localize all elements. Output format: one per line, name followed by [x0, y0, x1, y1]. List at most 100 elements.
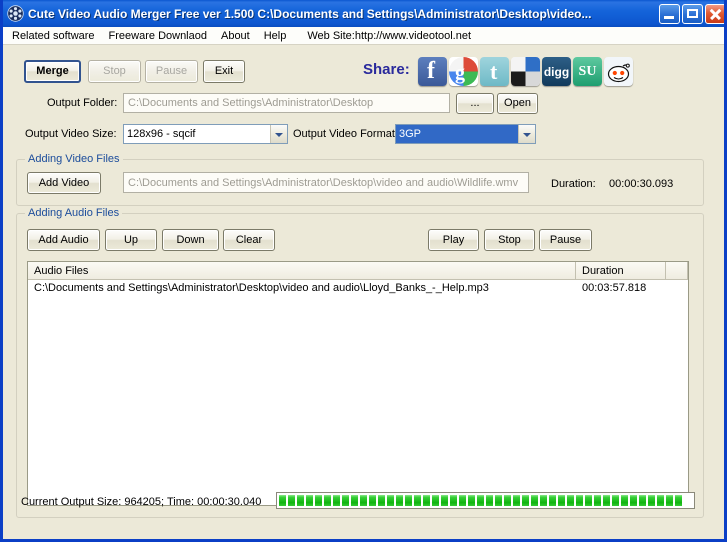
menu-bar: Related software Freeware Downlaod About…: [3, 27, 724, 45]
column-header-duration[interactable]: Duration: [576, 262, 666, 279]
progress-chunk: [675, 495, 682, 506]
progress-chunk: [450, 495, 457, 506]
progress-chunk: [378, 495, 385, 506]
progress-chunk: [288, 495, 295, 506]
progress-chunk: [405, 495, 412, 506]
google-icon[interactable]: g: [449, 57, 478, 86]
progress-chunk: [594, 495, 601, 506]
progress-chunk: [441, 495, 448, 506]
progress-chunk: [540, 495, 547, 506]
digg-icon-label: digg: [543, 64, 570, 79]
stumbleupon-icon-label: SU: [578, 63, 597, 79]
progress-chunk: [315, 495, 322, 506]
progress-chunk: [459, 495, 466, 506]
menu-item-related-software[interactable]: Related software: [5, 29, 102, 43]
svg-text:g: g: [455, 62, 465, 84]
share-label: Share:: [363, 61, 410, 78]
adding-audio-files-title: Adding Audio Files: [25, 207, 123, 219]
windows-live-icon[interactable]: [511, 57, 540, 86]
progress-chunk: [522, 495, 529, 506]
progress-chunk: [468, 495, 475, 506]
output-video-format-value: 3GP: [396, 125, 518, 143]
cell-audio-file-path: C:\Documents and Settings\Administrator\…: [34, 282, 489, 294]
progress-chunk: [279, 495, 286, 506]
progress-chunk: [387, 495, 394, 506]
window-title: Cute Video Audio Merger Free ver 1.500 C…: [28, 6, 592, 21]
twitter-icon[interactable]: [480, 57, 509, 86]
client-area: Merge Stop Pause Exit Share: g: [3, 45, 724, 539]
progress-bar-fill: [279, 495, 692, 506]
table-row[interactable]: C:\Documents and Settings\Administrator\…: [28, 280, 688, 296]
status-text: Current Output Size: 964205; Time: 00:00…: [21, 496, 262, 508]
progress-chunk: [369, 495, 376, 506]
adding-video-files-title: Adding Video Files: [25, 153, 123, 165]
move-down-button[interactable]: Down: [162, 229, 219, 251]
add-video-button[interactable]: Add Video: [27, 172, 101, 194]
output-video-format-label: Output Video Format:: [293, 128, 398, 140]
progress-chunk: [567, 495, 574, 506]
audio-stop-button[interactable]: Stop: [484, 229, 535, 251]
browse-folder-button[interactable]: ...: [456, 93, 494, 114]
output-video-size-label: Output Video Size:: [25, 128, 117, 140]
progress-chunk: [396, 495, 403, 506]
stop-button: Stop: [88, 60, 141, 83]
chevron-down-icon[interactable]: [270, 125, 287, 143]
clear-list-button[interactable]: Clear: [223, 229, 275, 251]
progress-chunk: [504, 495, 511, 506]
output-video-size-value: 128x96 - sqcif: [127, 128, 196, 140]
progress-chunk: [297, 495, 304, 506]
minimize-button[interactable]: [659, 3, 680, 24]
progress-chunk: [432, 495, 439, 506]
progress-chunk: [351, 495, 358, 506]
merge-button[interactable]: Merge: [24, 60, 81, 83]
output-video-format-select[interactable]: 3GP: [395, 124, 536, 144]
menu-item-website[interactable]: Web Site:http://www.videotool.net: [293, 29, 478, 43]
stumbleupon-icon[interactable]: SU: [573, 57, 602, 86]
move-up-button[interactable]: Up: [105, 229, 157, 251]
audio-files-list-header: Audio Files Duration: [28, 262, 688, 280]
progress-chunk: [513, 495, 520, 506]
column-header-audio-files[interactable]: Audio Files: [28, 262, 576, 279]
pause-button: Pause: [145, 60, 198, 83]
progress-chunk: [531, 495, 538, 506]
progress-chunk: [342, 495, 349, 506]
progress-chunk: [621, 495, 628, 506]
title-bar: Cute Video Audio Merger Free ver 1.500 C…: [3, 0, 724, 27]
progress-chunk: [630, 495, 637, 506]
progress-chunk: [576, 495, 583, 506]
facebook-icon[interactable]: [418, 57, 447, 86]
progress-chunk: [585, 495, 592, 506]
reddit-icon[interactable]: [604, 57, 633, 86]
video-duration-label: Duration:: [551, 178, 596, 190]
share-icons: g digg SU: [418, 57, 633, 86]
audio-pause-button[interactable]: Pause: [539, 229, 592, 251]
menu-item-freeware-download[interactable]: Freeware Downlaod: [102, 29, 214, 43]
film-reel-icon: [7, 5, 24, 22]
progress-chunk: [423, 495, 430, 506]
progress-chunk: [603, 495, 610, 506]
maximize-button[interactable]: [682, 3, 703, 24]
progress-chunk: [477, 495, 484, 506]
progress-chunk: [486, 495, 493, 506]
exit-button[interactable]: Exit: [203, 60, 245, 83]
output-folder-label: Output Folder:: [47, 97, 118, 109]
menu-item-help[interactable]: Help: [257, 29, 294, 43]
video-path-input[interactable]: C:\Documents and Settings\Administrator\…: [123, 172, 529, 193]
output-folder-input[interactable]: C:\Documents and Settings\Administrator\…: [123, 93, 450, 113]
progress-bar: [276, 492, 695, 509]
menu-item-about[interactable]: About: [214, 29, 257, 43]
progress-chunk: [666, 495, 673, 506]
open-folder-button[interactable]: Open: [497, 93, 538, 114]
progress-chunk: [612, 495, 619, 506]
close-button[interactable]: [705, 3, 724, 24]
audio-files-list[interactable]: Audio Files Duration C:\Documents and Se…: [27, 261, 689, 506]
video-duration-value: 00:00:30.093: [609, 178, 674, 190]
play-button[interactable]: Play: [428, 229, 479, 251]
progress-chunk: [324, 495, 331, 506]
digg-icon[interactable]: digg: [542, 57, 571, 86]
output-video-size-select[interactable]: 128x96 - sqcif: [123, 124, 288, 144]
chevron-down-icon[interactable]: [518, 125, 535, 143]
column-header-extra[interactable]: [666, 262, 688, 279]
cell-audio-duration: 00:03:57.818: [582, 282, 647, 294]
add-audio-button[interactable]: Add Audio: [27, 229, 100, 251]
